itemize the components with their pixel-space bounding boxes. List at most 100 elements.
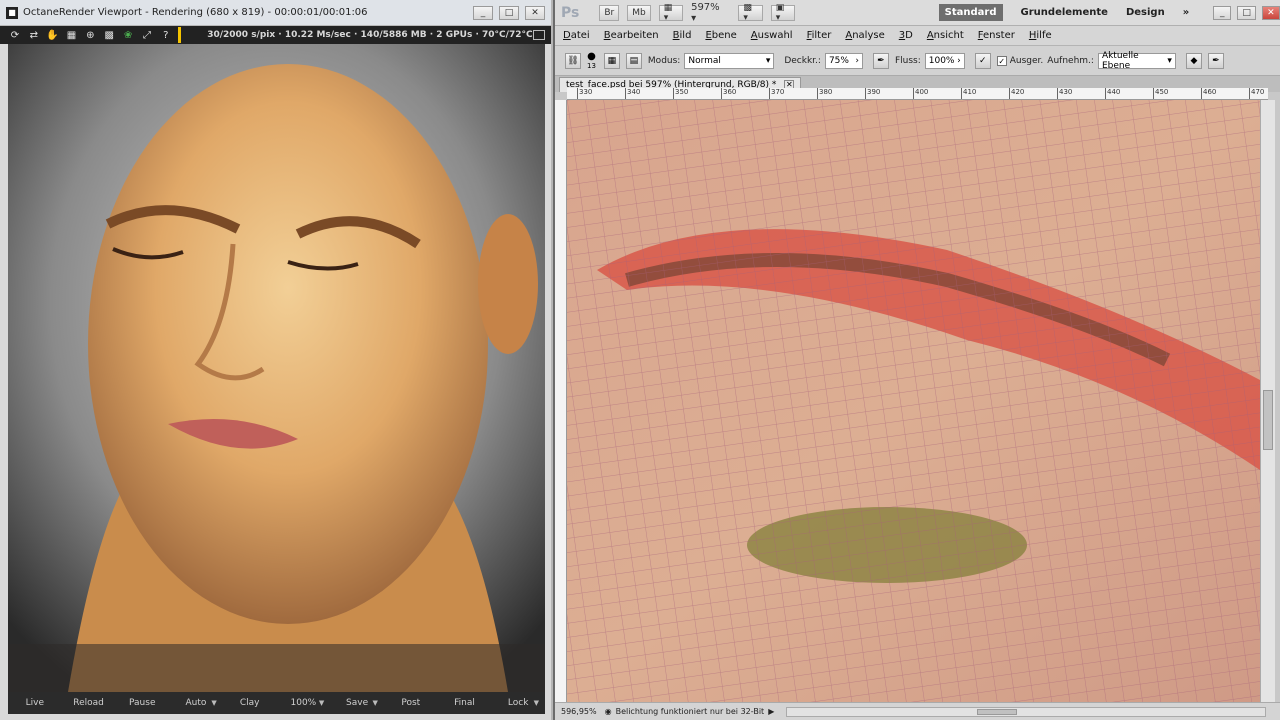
ruler-tick: 340 xyxy=(625,88,640,99)
ruler-tick: 440 xyxy=(1105,88,1120,99)
render-image xyxy=(8,44,545,692)
clone-source-panel-icon[interactable]: ▦ xyxy=(603,52,620,69)
ps-maximize-button[interactable]: □ xyxy=(1237,5,1256,20)
flow-input[interactable]: 100% › xyxy=(924,52,965,69)
more-workspaces-button[interactable]: » xyxy=(1183,7,1189,18)
lock-dropdown[interactable]: Lock xyxy=(491,698,545,708)
ruler-tick: 350 xyxy=(673,88,688,99)
menu-auswahl-key: A xyxy=(750,30,758,41)
pause-button[interactable]: Pause xyxy=(115,698,169,708)
sample-label: Aufnehm.: xyxy=(1047,55,1094,66)
post-button[interactable]: Post xyxy=(384,698,438,708)
menu-auswahl-label: uswahl xyxy=(757,30,793,41)
octane-title: OctaneRender Viewport - Rendering (680 x… xyxy=(23,7,368,18)
menu-bearbeiten[interactable]: Bearbeiten xyxy=(604,30,659,41)
menu-auswahl[interactable]: Auswahl xyxy=(751,30,793,41)
ruler-tick: 430 xyxy=(1057,88,1072,99)
chevron-down-icon: ▾ xyxy=(1167,55,1172,66)
menu-filter[interactable]: Filter xyxy=(807,30,832,41)
grid-icon[interactable]: ▩ xyxy=(102,28,116,42)
bridge-button[interactable]: Br xyxy=(599,4,620,21)
rgb-icon[interactable]: ❀ xyxy=(121,28,135,42)
photoshop-window: Ps Br Mb ▦ ▾ 597% ▾ ▩ ▾ ▣ ▾ Standard Gru… xyxy=(555,0,1280,720)
brush-panel-icon[interactable]: ▤ xyxy=(625,52,642,69)
flow-label: Fluss: xyxy=(894,55,921,66)
arrange-documents-dropdown[interactable]: ▩ ▾ xyxy=(738,3,763,23)
status-info-icon: ◉ xyxy=(604,707,612,716)
auto-dropdown[interactable]: Auto xyxy=(169,698,223,708)
reload-button[interactable]: Reload xyxy=(62,698,116,708)
mode-select[interactable]: Normal ▾ xyxy=(684,52,775,69)
film-icon[interactable]: ▦ xyxy=(65,28,79,42)
hand-icon[interactable]: ✋ xyxy=(46,28,60,42)
ruler-tick: 460 xyxy=(1201,88,1216,99)
document-canvas[interactable] xyxy=(567,100,1260,702)
live-button[interactable]: Live xyxy=(8,698,62,708)
airbrush-icon[interactable]: ✓ xyxy=(974,52,991,69)
save-dropdown[interactable]: Save xyxy=(330,698,384,708)
horizontal-scrollbar[interactable] xyxy=(786,706,1267,717)
maximize-button[interactable]: □ xyxy=(499,5,519,20)
zoom-dropdown[interactable]: 100% xyxy=(277,698,331,708)
target-icon[interactable]: ⊕ xyxy=(83,28,97,42)
pressure-size-icon[interactable]: ✒ xyxy=(1207,52,1224,69)
vertical-scrollbar[interactable] xyxy=(1260,100,1275,702)
ruler-tick: 390 xyxy=(865,88,880,99)
refresh-icon[interactable]: ⟳ xyxy=(8,28,22,42)
octane-window: ■ OctaneRender Viewport - Rendering (680… xyxy=(0,0,553,720)
expand-icon[interactable]: ⤢ xyxy=(140,28,154,42)
sample-select[interactable]: Aktuelle Ebene ▾ xyxy=(1097,50,1176,71)
screen-mode-dropdown[interactable]: ▣ ▾ xyxy=(770,3,796,23)
workspace-design[interactable]: Design xyxy=(1126,7,1165,18)
brush-preset-picker[interactable]: ● 13 xyxy=(587,51,596,70)
menu-datei[interactable]: Datei xyxy=(563,30,590,41)
ignore-adjustment-layers-icon[interactable]: ◆ xyxy=(1185,52,1202,69)
camera-icon[interactable] xyxy=(532,30,545,40)
horizontal-ruler[interactable]: 330 340 350 360 370 380 390 400 410 420 … xyxy=(567,88,1268,100)
ps-logo: Ps xyxy=(561,4,580,21)
menu-filter-label: ilter xyxy=(811,30,832,41)
vertical-scroll-thumb[interactable] xyxy=(1263,390,1273,450)
chevron-down-icon: ▾ xyxy=(765,55,771,66)
aligned-checkbox[interactable]: ✓ xyxy=(996,55,1007,66)
opacity-input[interactable]: 75% › xyxy=(824,52,863,69)
view-extras-dropdown[interactable]: ▦ ▾ xyxy=(658,3,684,23)
workspace-standard[interactable]: Standard xyxy=(938,4,1003,21)
menu-3d[interactable]: 3D xyxy=(899,30,913,41)
menu-analyse-label: nalyse xyxy=(852,30,885,41)
menu-ebene[interactable]: Ebene xyxy=(705,30,736,41)
workspace-grundelemente[interactable]: Grundelemente xyxy=(1021,7,1108,18)
menu-fenster[interactable]: Fenster xyxy=(978,30,1015,41)
vertical-ruler[interactable] xyxy=(555,100,567,702)
opacity-label: Deckkr.: xyxy=(784,55,821,66)
sample-value: Aktuelle Ebene xyxy=(1101,50,1139,71)
arrows-icon[interactable]: ⇄ xyxy=(27,28,41,42)
pressure-opacity-icon[interactable]: ✒ xyxy=(872,52,889,69)
menu-bild[interactable]: Bild xyxy=(673,30,692,41)
ps-minimize-button[interactable]: _ xyxy=(1213,5,1232,20)
menu-bild-key: B xyxy=(672,30,680,41)
minibridge-button[interactable]: Mb xyxy=(627,4,651,21)
ps-close-button[interactable]: ✕ xyxy=(1261,5,1280,20)
menu-analyse[interactable]: Analyse xyxy=(845,30,884,41)
final-button[interactable]: Final xyxy=(438,698,492,708)
help-icon[interactable]: ? xyxy=(159,28,173,42)
clone-stamp-tool-icon[interactable]: ⛓ xyxy=(565,52,581,69)
status-menu-arrow-icon[interactable]: ▶ xyxy=(768,707,774,716)
status-zoom[interactable]: 596,95% xyxy=(561,707,597,716)
clay-button[interactable]: Clay xyxy=(223,698,277,708)
ruler-tick: 330 xyxy=(577,88,592,99)
close-button[interactable]: ✕ xyxy=(525,5,545,20)
horizontal-scroll-thumb[interactable] xyxy=(977,708,1018,715)
menu-ansicht[interactable]: Ansicht xyxy=(927,30,964,41)
ruler-tick: 360 xyxy=(721,88,736,99)
menu-ansicht-key: A xyxy=(926,30,934,41)
texture-image xyxy=(567,100,1260,702)
menu-fenster-label: enster xyxy=(982,30,1015,41)
menu-hilfe[interactable]: Hilfe xyxy=(1029,30,1052,41)
ruler-tick: 410 xyxy=(961,88,976,99)
render-viewport[interactable] xyxy=(8,44,545,692)
minimize-button[interactable]: _ xyxy=(473,5,493,20)
zoom-level-dropdown[interactable]: 597% ▾ xyxy=(691,2,724,24)
mode-value: Normal xyxy=(688,55,721,66)
